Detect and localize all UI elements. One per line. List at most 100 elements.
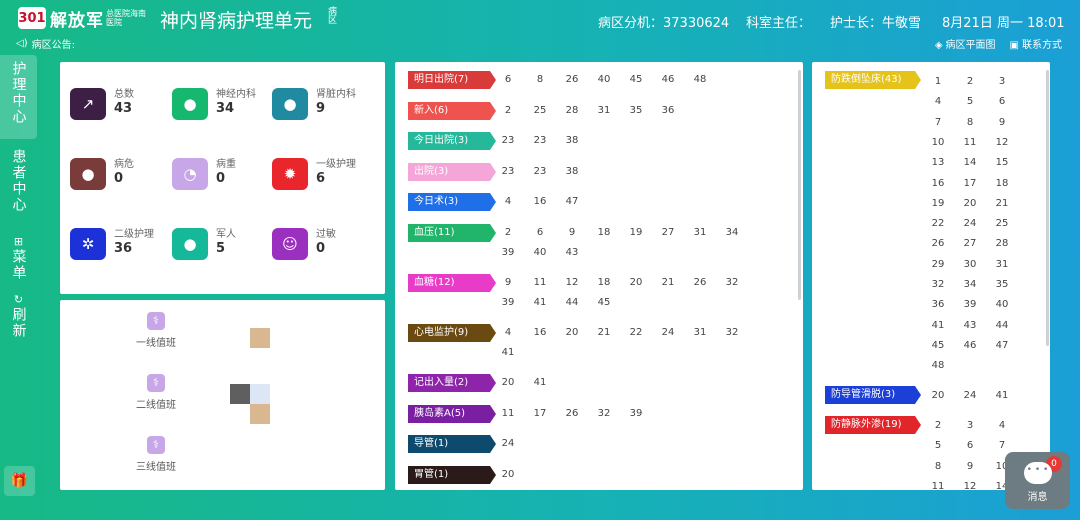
risk-tag[interactable]: 防静脉外渗(19)	[825, 416, 921, 434]
bed-number[interactable]: 12	[989, 137, 1015, 148]
bed-number[interactable]: 44	[989, 320, 1015, 331]
bed-number[interactable]: 15	[989, 157, 1015, 168]
bed-number[interactable]: 9	[989, 117, 1015, 128]
task-tag[interactable]: 心电监护(9)	[408, 324, 496, 342]
bed-number[interactable]: 31	[989, 259, 1015, 270]
bed-number[interactable]: 23	[495, 135, 521, 146]
bed-number[interactable]: 23	[527, 135, 553, 146]
nav-menu[interactable]: ⊞ 菜单	[0, 233, 37, 293]
stat-level1-care[interactable]: ✹ 一级护理 6	[272, 158, 356, 190]
bed-number[interactable]: 4	[989, 420, 1015, 431]
bed-number[interactable]: 39	[495, 297, 521, 308]
bed-number[interactable]: 4	[495, 196, 521, 207]
bed-number[interactable]: 16	[925, 178, 951, 189]
bed-number[interactable]: 39	[957, 299, 983, 310]
bed-number[interactable]: 20	[957, 198, 983, 209]
bed-number[interactable]: 5	[925, 440, 951, 451]
task-tag[interactable]: 新入(6)	[408, 102, 496, 120]
gift-icon[interactable]: 🎁	[4, 466, 35, 496]
stat-critical[interactable]: ● 病危 0	[70, 158, 134, 190]
task-tag[interactable]: 今日出院(3)	[408, 132, 496, 150]
bed-number[interactable]: 20	[925, 390, 951, 401]
bed-number[interactable]: 3	[989, 76, 1015, 87]
bed-number[interactable]: 16	[527, 196, 553, 207]
bed-number[interactable]: 26	[687, 277, 713, 288]
task-tag[interactable]: 血糖(12)	[408, 274, 496, 292]
bed-number[interactable]: 28	[989, 238, 1015, 249]
bed-number[interactable]: 32	[925, 279, 951, 290]
bed-number[interactable]: 40	[989, 299, 1015, 310]
duty-third-line[interactable]: ⚕ 三线值班	[134, 436, 178, 473]
bed-number[interactable]: 45	[925, 340, 951, 351]
contact-link[interactable]: ▣ 联系方式	[1010, 36, 1062, 51]
task-tag[interactable]: 今日术(3)	[408, 193, 496, 211]
stat-serious[interactable]: ◔ 病重 0	[172, 158, 236, 190]
bed-number[interactable]: 20	[495, 469, 521, 480]
bed-number[interactable]: 20	[623, 277, 649, 288]
stat-total[interactable]: ↗ 总数 43	[70, 88, 134, 120]
bed-number[interactable]: 30	[957, 259, 983, 270]
bed-number[interactable]: 39	[623, 408, 649, 419]
bed-number[interactable]: 22	[623, 327, 649, 338]
bed-number[interactable]: 41	[495, 347, 521, 358]
bed-number[interactable]: 24	[655, 327, 681, 338]
bed-number[interactable]: 6	[495, 74, 521, 85]
bed-number[interactable]: 23	[527, 166, 553, 177]
bed-number[interactable]: 25	[989, 218, 1015, 229]
bed-number[interactable]: 11	[527, 277, 553, 288]
bed-number[interactable]: 40	[527, 247, 553, 258]
bed-number[interactable]: 16	[527, 327, 553, 338]
bed-number[interactable]: 7	[989, 440, 1015, 451]
bed-number[interactable]: 48	[687, 74, 713, 85]
bed-number[interactable]: 4	[495, 327, 521, 338]
bed-number[interactable]: 18	[591, 227, 617, 238]
bed-number[interactable]: 46	[655, 74, 681, 85]
task-tag[interactable]: 明日出院(7)	[408, 71, 496, 89]
bed-number[interactable]: 44	[559, 297, 585, 308]
bed-number[interactable]: 38	[559, 166, 585, 177]
bed-number[interactable]: 35	[989, 279, 1015, 290]
bed-number[interactable]: 18	[591, 277, 617, 288]
bed-number[interactable]: 26	[925, 238, 951, 249]
bed-number[interactable]: 9	[495, 277, 521, 288]
bed-number[interactable]: 2	[957, 76, 983, 87]
bed-number[interactable]: 25	[527, 105, 553, 116]
task-tag[interactable]: 血压(11)	[408, 224, 496, 242]
floorplan-link[interactable]: ◈ 病区平面图	[935, 36, 996, 51]
bed-number[interactable]: 19	[623, 227, 649, 238]
bed-number[interactable]: 6	[989, 96, 1015, 107]
bed-number[interactable]: 41	[527, 297, 553, 308]
bed-number[interactable]: 24	[495, 438, 521, 449]
bed-number[interactable]: 39	[495, 247, 521, 258]
task-tag[interactable]: 出院(3)	[408, 163, 496, 181]
risk-tag[interactable]: 防跌倒坠床(43)	[825, 71, 921, 89]
task-tag[interactable]: 记出入量(2)	[408, 374, 496, 392]
bed-number[interactable]: 41	[527, 377, 553, 388]
bed-number[interactable]: 45	[591, 297, 617, 308]
bed-number[interactable]: 18	[989, 178, 1015, 189]
bed-number[interactable]: 40	[591, 74, 617, 85]
bed-number[interactable]: 35	[623, 105, 649, 116]
bed-number[interactable]: 6	[527, 227, 553, 238]
bed-number[interactable]: 17	[957, 178, 983, 189]
bed-number[interactable]: 23	[495, 166, 521, 177]
bed-number[interactable]: 12	[559, 277, 585, 288]
stat-level2-care[interactable]: ✲ 二级护理 36	[70, 228, 154, 260]
bed-number[interactable]: 7	[925, 117, 951, 128]
bed-number[interactable]: 21	[655, 277, 681, 288]
bed-number[interactable]: 24	[957, 390, 983, 401]
bed-number[interactable]: 13	[925, 157, 951, 168]
message-button[interactable]: 0 消息	[1005, 452, 1070, 509]
bed-number[interactable]: 21	[989, 198, 1015, 209]
bed-number[interactable]: 38	[559, 135, 585, 146]
bed-number[interactable]: 46	[957, 340, 983, 351]
nav-patient-center[interactable]: 患者中心	[0, 139, 37, 233]
bed-number[interactable]: 43	[957, 320, 983, 331]
bed-number[interactable]: 32	[719, 277, 745, 288]
bed-number[interactable]: 26	[559, 74, 585, 85]
bed-number[interactable]: 36	[925, 299, 951, 310]
bed-number[interactable]: 28	[559, 105, 585, 116]
bed-number[interactable]: 8	[925, 461, 951, 472]
duty-second-line[interactable]: ⚕ 二线值班	[134, 374, 178, 411]
bed-number[interactable]: 27	[957, 238, 983, 249]
